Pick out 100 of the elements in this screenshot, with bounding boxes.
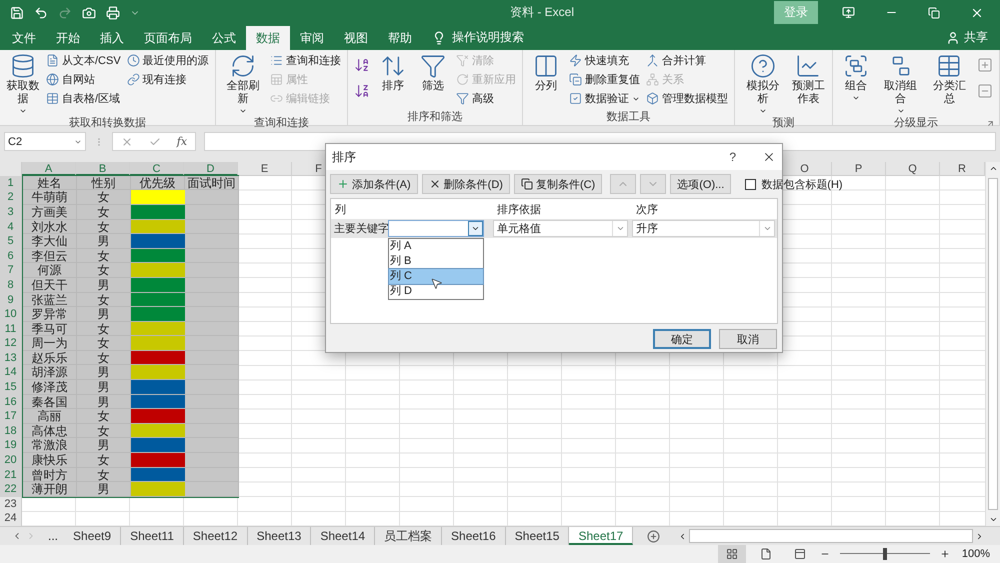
ribbon-button[interactable]: 最近使用的源: [126, 52, 209, 69]
ribbon-button[interactable]: 管理数据模型: [646, 90, 728, 107]
ribbon-button[interactable]: 自网站: [46, 72, 121, 88]
lightbulb-icon[interactable]: [432, 30, 446, 45]
column-header[interactable]: D: [184, 162, 238, 176]
column-header[interactable]: P: [832, 162, 886, 176]
row-number[interactable]: 19: [0, 438, 21, 454]
row-number[interactable]: 8: [0, 278, 21, 292]
ribbon-tab[interactable]: 文件: [2, 26, 46, 50]
ribbon-button[interactable]: 查询和连接: [270, 52, 342, 69]
row-number[interactable]: 24: [0, 511, 21, 526]
ribbon-button[interactable]: 现有连接: [126, 72, 209, 88]
ribbon-button[interactable]: 分列: [529, 52, 564, 109]
row-number[interactable]: 3: [0, 204, 21, 220]
ribbon-button[interactable]: 模拟分析: [741, 52, 785, 115]
scroll-right-icon[interactable]: [975, 532, 984, 540]
share-button[interactable]: 共享: [964, 29, 988, 46]
dialog-button[interactable]: 取消: [719, 329, 777, 349]
printer-icon[interactable]: [106, 6, 120, 20]
close-icon[interactable]: [762, 150, 776, 164]
dropdown-option[interactable]: 列 B: [389, 254, 483, 269]
dialog-launcher-icon[interactable]: [986, 118, 995, 128]
sort-descending-icon[interactable]: [354, 82, 370, 99]
column-header[interactable]: C: [130, 162, 184, 176]
undo-icon[interactable]: [34, 6, 48, 20]
ribbon-button[interactable]: 预测工作表: [790, 52, 826, 115]
column-header[interactable]: E: [238, 162, 292, 176]
plus-icon[interactable]: [976, 56, 993, 73]
ribbon-button[interactable]: 全部刷新: [222, 52, 264, 115]
row-number[interactable]: 2: [0, 190, 21, 205]
column-header[interactable]: Q: [886, 162, 940, 176]
row-number[interactable]: 4: [0, 220, 21, 234]
ribbon-button[interactable]: 快速填充: [569, 52, 640, 69]
row-number[interactable]: 16: [0, 394, 21, 410]
ribbon-button[interactable]: 数据验证: [569, 90, 640, 107]
row-number[interactable]: 7: [0, 263, 21, 278]
sheet-tab[interactable]: Sheet17: [569, 527, 634, 545]
ribbon-display-icon[interactable]: [842, 6, 855, 20]
sort-on-select[interactable]: 单元格值: [493, 220, 628, 237]
ribbon-tab[interactable]: 数据: [246, 26, 290, 50]
column-header[interactable]: B: [76, 162, 130, 176]
view-button[interactable]: [718, 545, 746, 563]
row-number[interactable]: 6: [0, 248, 21, 264]
row-number[interactable]: 5: [0, 234, 21, 249]
row-number[interactable]: 10: [0, 307, 21, 322]
column-select[interactable]: [388, 220, 484, 237]
add-sheet-icon[interactable]: [647, 530, 660, 542]
ribbon-button[interactable]: 取消组合: [879, 52, 922, 115]
ribbon-button[interactable]: 分类汇总: [928, 52, 971, 115]
ribbon-tab[interactable]: 页面布局: [134, 26, 202, 50]
ribbon-button[interactable]: 删除重复值: [569, 72, 640, 88]
ribbon-button[interactable]: 排序: [376, 52, 410, 109]
zoom-in-icon[interactable]: [940, 549, 950, 559]
row-number[interactable]: 18: [0, 424, 21, 438]
vertical-scrollbar[interactable]: [985, 162, 1000, 526]
tell-me-search[interactable]: 操作说明搜索: [452, 29, 524, 46]
row-number[interactable]: 23: [0, 496, 21, 512]
toolbar-button[interactable]: 复制条件(C): [514, 174, 602, 194]
toolbar-button[interactable]: 添加条件(A): [330, 174, 418, 194]
ribbon-tab[interactable]: 帮助: [378, 26, 422, 50]
ribbon-tab[interactable]: 审阅: [290, 26, 334, 50]
ribbon-button[interactable]: 合并计算: [646, 52, 728, 69]
help-button[interactable]: ?: [729, 150, 736, 164]
ribbon-button[interactable]: 自表格/区域: [46, 90, 121, 107]
row-number[interactable]: 9: [0, 292, 21, 308]
column-header[interactable]: A: [22, 162, 76, 176]
ribbon-tab[interactable]: 开始: [46, 26, 90, 50]
zoom-thumb[interactable]: [882, 548, 887, 560]
sort-ascending-icon[interactable]: [354, 56, 370, 73]
dropdown-option[interactable]: 列 C: [389, 269, 483, 284]
dropdown-option[interactable]: 列 D: [389, 284, 483, 299]
dropdown-option[interactable]: 列 A: [389, 239, 483, 254]
toolbar-button[interactable]: 删除条件(D): [422, 174, 510, 194]
row-number[interactable]: 13: [0, 350, 21, 366]
row-number[interactable]: 11: [0, 322, 21, 336]
options-button[interactable]: 选项(O)...: [670, 174, 732, 194]
row-number[interactable]: 21: [0, 468, 21, 482]
ribbon-tab[interactable]: 公式: [202, 26, 246, 50]
ribbon-button[interactable]: 从文本/CSV: [46, 52, 121, 69]
dialog-button[interactable]: 确定: [653, 329, 711, 349]
ribbon-tab[interactable]: 视图: [334, 26, 378, 50]
ribbon-button[interactable]: 获取数据: [6, 52, 40, 115]
person-icon[interactable]: [946, 30, 960, 45]
order-select[interactable]: 升序: [632, 220, 775, 237]
row-number[interactable]: 22: [0, 482, 21, 497]
insert-function-button[interactable]: fx: [176, 135, 188, 148]
row-number[interactable]: 15: [0, 380, 21, 395]
more-sheets-button[interactable]: ...: [42, 527, 64, 545]
name-box[interactable]: C2: [4, 132, 86, 152]
row-number[interactable]: 1: [0, 176, 21, 190]
row-number[interactable]: 17: [0, 409, 21, 424]
row-number[interactable]: 20: [0, 453, 21, 468]
ribbon-button[interactable]: 高级: [456, 90, 516, 107]
restore-icon[interactable]: [928, 6, 940, 19]
row-number[interactable]: 12: [0, 336, 21, 351]
minus-icon[interactable]: [976, 82, 993, 99]
ribbon-button[interactable]: 筛选: [416, 52, 450, 109]
save-icon[interactable]: [10, 6, 24, 20]
ribbon-button[interactable]: 组合: [839, 52, 874, 115]
camera-icon[interactable]: [82, 6, 96, 20]
